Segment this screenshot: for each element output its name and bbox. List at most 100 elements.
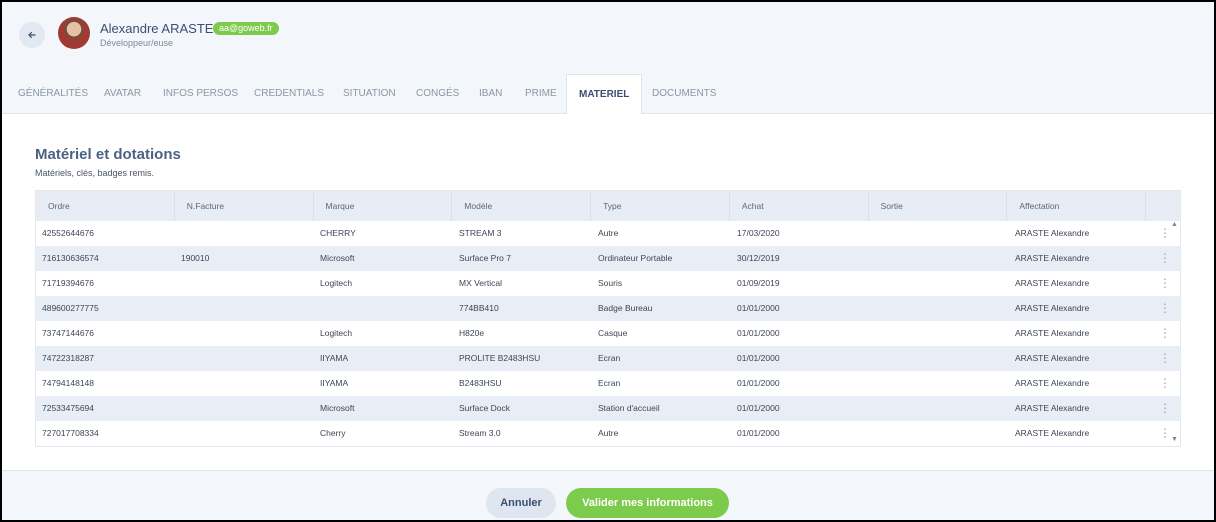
cell-facture — [175, 296, 314, 321]
cell-affectation: ARASTE Alexandre — [1015, 353, 1090, 363]
cancel-button[interactable]: Annuler — [486, 488, 556, 518]
cell-achat: 01/01/2000 — [737, 328, 780, 338]
table-row[interactable]: 74794148148 IIYAMA B2483HSU Ecran 01/01/2000… — [36, 371, 1180, 396]
cell-affectation: ARASTE Alexandre — [1015, 253, 1090, 263]
cell-type: Station d'accueil — [598, 403, 660, 413]
cell-affectation: ARASTE Alexandre — [1015, 428, 1090, 438]
main-panel: Matériel et dotations Matériels, clés, b… — [2, 114, 1214, 470]
cell-facture — [175, 421, 314, 446]
column-header-type[interactable]: Type — [591, 191, 730, 221]
table-row[interactable]: 72533475694 Microsoft Surface Dock Station … — [36, 396, 1180, 421]
table-row[interactable]: 74722318287 IIYAMA PROLITE B2483HSU Ecran 01… — [36, 346, 1180, 371]
table-row[interactable]: 727017708334 Cherry Stream 3.0 Autre 01/01/2… — [36, 421, 1180, 446]
cell-type: Souris — [598, 278, 623, 288]
tab-situation[interactable]: SITUATION — [343, 74, 396, 114]
tab-avatar[interactable]: AVATAR — [104, 74, 141, 114]
scroll-up-icon[interactable]: ▲ — [1171, 221, 1178, 228]
column-header-sortie[interactable]: Sortie — [869, 191, 1008, 221]
cell-marque: Logitech — [320, 278, 353, 288]
cell-type: Badge Bureau — [598, 303, 653, 313]
cell-marque: CHERRY — [320, 228, 356, 238]
cell-ordre: 71719394676 — [42, 278, 95, 288]
table-scrollbar[interactable]: ▲ ▼ — [1170, 221, 1180, 443]
cell-sortie — [870, 346, 1009, 371]
scroll-down-icon[interactable]: ▼ — [1171, 436, 1178, 443]
table-header: Ordre N.Facture Marque Modèle Type Achat Sorti… — [36, 191, 1180, 221]
cell-marque: Microsoft — [320, 253, 355, 263]
tab-credentials[interactable]: CREDENTIALS — [254, 74, 324, 114]
tab-documents[interactable]: DOCUMENTS — [652, 74, 716, 114]
profile-header: Alexandre ARASTE aa@goweb.fr Développeur… — [2, 2, 1214, 60]
cell-achat: 01/01/2000 — [737, 303, 780, 313]
table-row[interactable]: 73747144676 Logitech H820e Casque 01/01/2000… — [36, 321, 1180, 346]
cell-facture: 190010 — [181, 253, 210, 263]
tab-iban[interactable]: IBAN — [479, 74, 502, 114]
cell-affectation: ARASTE Alexandre — [1015, 403, 1090, 413]
cell-achat: 01/01/2000 — [737, 403, 780, 413]
cell-facture — [175, 346, 314, 371]
cell-marque — [314, 296, 453, 321]
cell-affectation: ARASTE Alexandre — [1015, 328, 1090, 338]
cell-ordre: 74722318287 — [42, 353, 95, 363]
cell-modele: Surface Pro 7 — [459, 253, 511, 263]
cell-type: Autre — [598, 228, 619, 238]
cell-sortie — [870, 321, 1009, 346]
table-row[interactable]: 716130636574 190010 Microsoft Surface Pro 7… — [36, 246, 1180, 271]
cell-modele: Stream 3.0 — [459, 428, 501, 438]
cell-ordre: 727017708334 — [42, 428, 99, 438]
cell-affectation: ARASTE Alexandre — [1015, 303, 1090, 313]
cell-affectation: ARASTE Alexandre — [1015, 228, 1090, 238]
equipment-table: Ordre N.Facture Marque Modèle Type Achat Sorti… — [35, 190, 1181, 447]
cell-facture — [175, 371, 314, 396]
cell-affectation: ARASTE Alexandre — [1015, 278, 1090, 288]
column-header-ordre[interactable]: Ordre — [36, 191, 175, 221]
cell-affectation: ARASTE Alexandre — [1015, 378, 1090, 388]
cell-ordre: 716130636574 — [42, 253, 99, 263]
cell-modele: PROLITE B2483HSU — [459, 353, 541, 363]
form-footer: Annuler Valider mes informations — [2, 470, 1214, 520]
cell-type: Ecran — [598, 353, 621, 363]
cell-ordre: 74794148148 — [42, 378, 95, 388]
cell-sortie — [870, 396, 1009, 421]
section-title: Matériel et dotations — [35, 146, 181, 163]
column-header-affectation[interactable]: Affectation — [1007, 191, 1147, 221]
back-button[interactable] — [19, 22, 45, 48]
column-header-actions — [1146, 191, 1180, 221]
user-name: Alexandre ARASTE — [100, 21, 214, 36]
cell-sortie — [870, 421, 1009, 446]
cell-sortie — [870, 246, 1009, 271]
column-header-marque[interactable]: Marque — [314, 191, 453, 221]
cell-ordre: 72533475694 — [42, 403, 95, 413]
cell-facture — [175, 396, 314, 421]
column-header-facture[interactable]: N.Facture — [175, 191, 314, 221]
table-row[interactable]: 42552644676 CHERRY STREAM 3 Autre 17/03/2020… — [36, 221, 1180, 246]
table-row[interactable]: 489600277775 774BB410 Badge Bureau 01/01/20… — [36, 296, 1180, 321]
cell-sortie — [870, 371, 1009, 396]
cell-facture — [175, 321, 314, 346]
cell-marque: IIYAMA — [320, 353, 349, 363]
cell-achat: 17/03/2020 — [737, 228, 780, 238]
table-row[interactable]: 71719394676 Logitech MX Vertical Souris 01/0… — [36, 271, 1180, 296]
tab-prime[interactable]: PRIME — [525, 74, 557, 114]
cell-ordre: 489600277775 — [42, 303, 99, 313]
cell-sortie — [870, 271, 1009, 296]
cell-achat: 01/01/2000 — [737, 428, 780, 438]
cell-marque: Cherry — [320, 428, 346, 438]
cell-sortie — [870, 296, 1009, 321]
tab-infos-persos[interactable]: INFOS PERSOS — [163, 74, 238, 114]
validate-button[interactable]: Valider mes informations — [566, 488, 729, 518]
cell-modele: B2483HSU — [459, 378, 502, 388]
arrow-left-icon — [28, 31, 36, 39]
tab-materiel[interactable]: MATERIEL — [566, 74, 643, 115]
cell-modele: H820e — [459, 328, 485, 338]
tab-generalites[interactable]: GÉNÉRALITÉS — [18, 74, 88, 114]
column-header-achat[interactable]: Achat — [730, 191, 869, 221]
tab-conges[interactable]: CONGÉS — [416, 74, 459, 114]
cell-modele: STREAM 3 — [459, 228, 502, 238]
cell-modele: Surface Dock — [459, 403, 511, 413]
tab-bar: GÉNÉRALITÉS AVATAR INFOS PERSOS CREDENTI… — [2, 74, 1214, 115]
cell-type: Autre — [598, 428, 619, 438]
cell-achat: 01/01/2000 — [737, 378, 780, 388]
cell-facture — [175, 271, 314, 296]
column-header-modele[interactable]: Modèle — [452, 191, 592, 221]
